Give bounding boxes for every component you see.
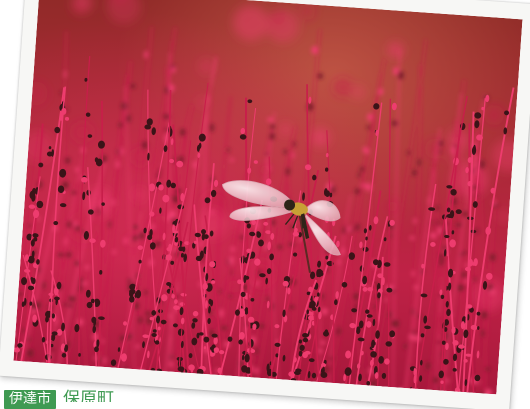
photo-illustration — [13, 0, 523, 395]
seed-head — [40, 363, 47, 370]
seed-head — [288, 379, 292, 385]
seed-head — [58, 364, 66, 370]
dragonfly-photo — [13, 0, 523, 395]
seed-head — [13, 263, 18, 270]
caption-bar: 伊達市 保原町 — [0, 388, 530, 409]
seed-head — [122, 368, 128, 373]
location-badge: 伊達市 — [4, 390, 56, 409]
seed-head — [198, 374, 203, 380]
seed-head — [13, 194, 15, 199]
seed-head — [13, 149, 18, 155]
seed-head — [13, 138, 16, 143]
seed-head — [138, 369, 143, 374]
seed-head — [219, 376, 225, 380]
seed-head — [13, 327, 16, 333]
seed-head — [20, 138, 23, 146]
photo-print-card — [0, 0, 530, 409]
photo-page: 伊達市 保原町 — [0, 0, 530, 409]
seed-head — [14, 185, 19, 190]
caption-text: 保原町 — [63, 389, 114, 409]
seed-head — [117, 368, 122, 372]
